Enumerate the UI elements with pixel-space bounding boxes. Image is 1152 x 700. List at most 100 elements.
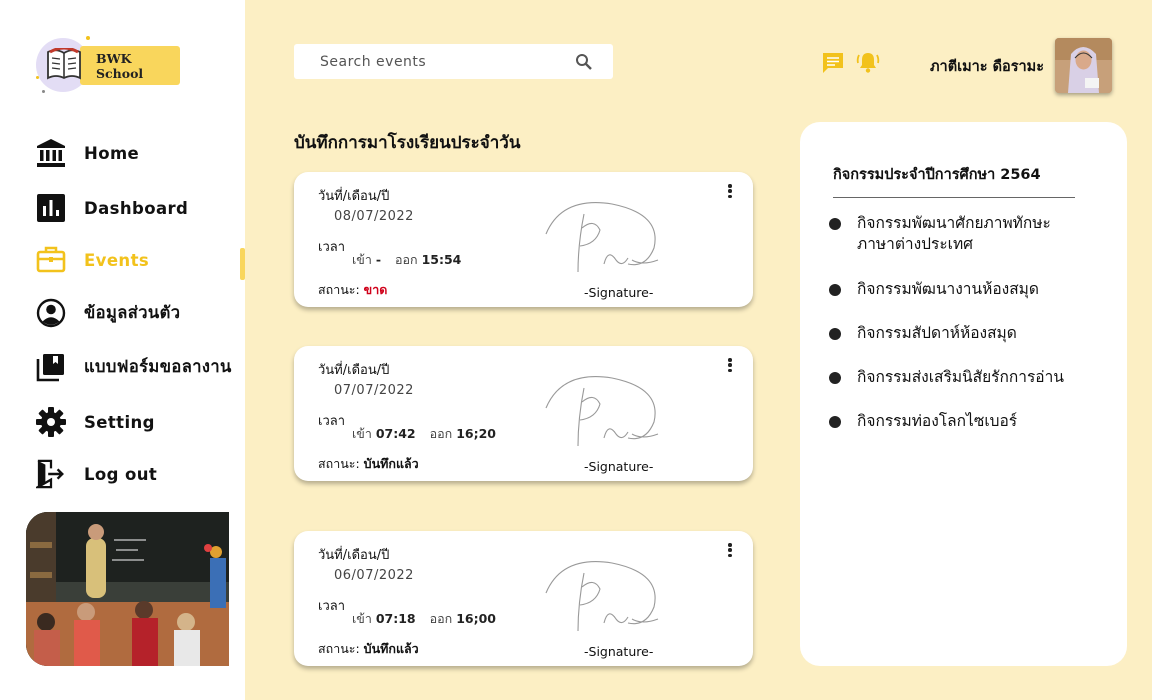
list-item[interactable]: กิจกรรมส่งเสริมนิสัยรักการอ่าน — [829, 367, 1087, 388]
activity-label: กิจกรรมพัฒนาศักยภาพทักษะภาษาต่างประเทศ — [857, 214, 1051, 253]
bullet-icon — [829, 218, 841, 230]
signature-image — [545, 376, 659, 447]
signature-label: -Signature- — [584, 644, 654, 659]
sidebar-item-setting[interactable]: Setting — [36, 405, 236, 439]
logo-text: BWK School — [96, 50, 144, 81]
list-item[interactable]: กิจกรรมสัปดาห์ห้องสมุด — [829, 323, 1087, 344]
record-date: 07/07/2022 — [334, 383, 414, 398]
more-options-icon[interactable] — [722, 541, 738, 559]
classroom-photo — [26, 512, 229, 666]
activity-label: กิจกรรมพัฒนางานห้องสมุด — [857, 280, 1039, 298]
gear-icon — [36, 407, 66, 437]
date-label: วันที่/เดือน/ปี — [318, 363, 390, 378]
sidebar-item-dashboard[interactable]: Dashboard — [36, 191, 236, 225]
status-badge: บันทึกแล้ว — [363, 641, 419, 656]
sidebar-item-label: ข้อมูลส่วนตัว — [84, 303, 181, 322]
time-out: 16;00 — [456, 611, 496, 626]
in-label: เข้า — [352, 611, 372, 626]
bar-chart-icon — [36, 193, 66, 223]
sidebar-item-label: Events — [84, 250, 150, 270]
in-label: เข้า — [352, 426, 372, 441]
sidebar-item-label: Home — [84, 143, 140, 163]
library-books-icon — [36, 352, 66, 382]
attendance-card: วันที่/เดือน/ปี 06/07/2022 เวลา เข้า 07:… — [294, 531, 753, 666]
chat-icon[interactable] — [822, 52, 844, 74]
bell-icon[interactable] — [856, 50, 880, 74]
record-times: เข้า 07:18 ออก 16;00 — [352, 609, 506, 629]
activities-title: กิจกรรมประจำปีการศึกษา 2564 — [833, 167, 1041, 183]
sidebar-item-label: แบบฟอร์มขอลางาน — [84, 357, 232, 376]
status-badge: บันทึกแล้ว — [363, 456, 419, 471]
more-options-icon[interactable] — [722, 356, 738, 374]
sidebar-item-logout[interactable]: Log out — [36, 457, 236, 491]
record-status: สถานะ: บันทึกแล้ว — [318, 639, 419, 659]
signature-image — [545, 202, 659, 273]
activities-panel: กิจกรรมประจำปีการศึกษา 2564 กิจกรรมพัฒนา… — [800, 122, 1127, 666]
time-in: - — [375, 252, 382, 267]
active-indicator — [240, 248, 245, 280]
list-item[interactable]: กิจกรรมพัฒนางานห้องสมุด — [829, 279, 1087, 300]
sidebar-item-home[interactable]: Home — [36, 136, 236, 170]
time-out: 15:54 — [421, 252, 462, 267]
signature-label: -Signature- — [584, 459, 654, 474]
record-times: เข้า - ออก 15:54 — [352, 250, 471, 270]
status-label: สถานะ: — [318, 282, 360, 297]
avatar[interactable] — [1055, 38, 1112, 93]
status-badge: ขาด — [363, 282, 388, 297]
bank-icon — [36, 138, 66, 168]
search-bar — [294, 44, 613, 79]
sidebar-item-leave-form[interactable]: แบบฟอร์มขอลางาน — [36, 350, 236, 384]
search-input[interactable] — [320, 53, 560, 70]
sidebar-item-profile[interactable]: ข้อมูลส่วนตัว — [36, 296, 236, 330]
book-icon — [47, 48, 81, 80]
time-label: เวลา — [318, 240, 346, 255]
record-date: 06/07/2022 — [334, 568, 414, 583]
signature-label: -Signature- — [584, 285, 654, 300]
sidebar-item-label: Setting — [84, 412, 155, 432]
attendance-card: วันที่/เดือน/ปี 07/07/2022 เวลา เข้า 07:… — [294, 346, 753, 481]
record-date: 08/07/2022 — [334, 209, 414, 224]
sidebar-item-label: Dashboard — [84, 198, 189, 218]
record-status: สถานะ: บันทึกแล้ว — [318, 454, 419, 474]
logo-sparkle — [86, 36, 90, 40]
out-label: ออก — [429, 611, 453, 626]
activity-label: กิจกรรมท่องโลกไซเบอร์ — [857, 412, 1018, 430]
time-label: เวลา — [318, 599, 346, 614]
out-label: ออก — [429, 426, 453, 441]
sidebar-item-label: Log out — [84, 464, 158, 484]
status-label: สถานะ: — [318, 641, 360, 656]
list-item[interactable]: กิจกรรมพัฒนาศักยภาพทักษะภาษาต่างประเทศ — [829, 213, 1087, 255]
activity-label: กิจกรรมส่งเสริมนิสัยรักการอ่าน — [857, 368, 1064, 386]
search-icon[interactable] — [575, 53, 593, 71]
bullet-icon — [829, 284, 841, 296]
record-status: สถานะ: ขาด — [318, 280, 387, 300]
time-label: เวลา — [318, 414, 346, 429]
sidebar-item-events[interactable]: Events — [36, 243, 236, 277]
school-logo[interactable]: BWK School — [34, 36, 184, 96]
briefcase-icon — [36, 245, 66, 275]
time-in: 07:18 — [375, 611, 416, 626]
logo-text-pill: BWK School — [80, 46, 180, 85]
attendance-card: วันที่/เดือน/ปี 08/07/2022 เวลา เข้า - อ… — [294, 172, 753, 307]
logo-sparkle — [36, 76, 39, 79]
list-item[interactable]: กิจกรรมท่องโลกไซเบอร์ — [829, 411, 1087, 432]
divider — [833, 197, 1075, 198]
date-label: วันที่/เดือน/ปี — [318, 189, 390, 204]
user-circle-icon — [36, 298, 66, 328]
logo-sparkle — [42, 90, 45, 93]
status-label: สถานะ: — [318, 456, 360, 471]
time-out: 16;20 — [456, 426, 496, 441]
out-label: ออก — [395, 252, 418, 267]
bullet-icon — [829, 416, 841, 428]
time-in: 07:42 — [375, 426, 416, 441]
more-options-icon[interactable] — [722, 182, 738, 200]
bullet-icon — [829, 372, 841, 384]
logout-icon — [36, 459, 66, 489]
sidebar: BWK School Home Dashboard Events ข้อมูลส… — [0, 0, 245, 700]
activity-label: กิจกรรมสัปดาห์ห้องสมุด — [857, 324, 1017, 342]
signature-image — [545, 561, 659, 632]
page-title: บันทึกการมาโรงเรียนประจำวัน — [294, 133, 521, 153]
date-label: วันที่/เดือน/ปี — [318, 548, 390, 563]
bullet-icon — [829, 328, 841, 340]
record-times: เข้า 07:42 ออก 16;20 — [352, 424, 506, 444]
